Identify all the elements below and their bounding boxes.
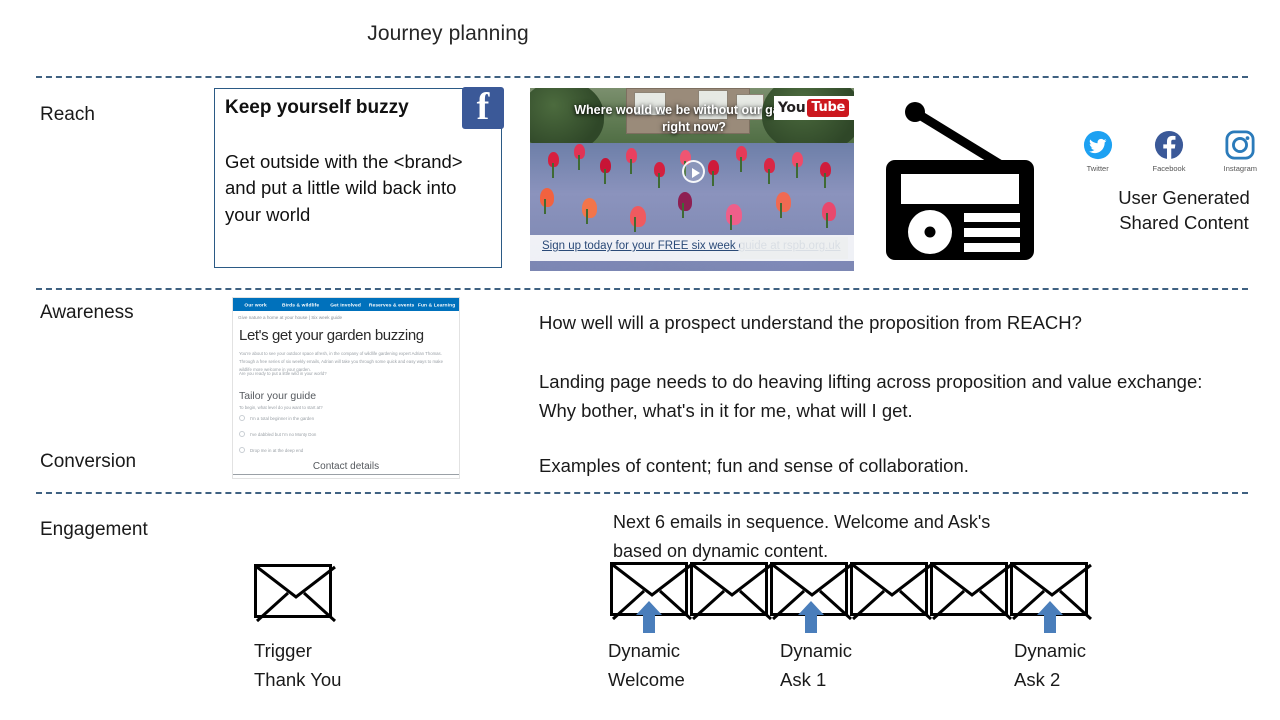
- social-item-twitter[interactable]: Twitter: [1080, 130, 1115, 173]
- trigger-caption-line-1: Trigger: [254, 640, 312, 661]
- email-caption-0: Dynamic Welcome: [608, 637, 758, 694]
- landing-nav-item-4[interactable]: Fun & Learning: [406, 302, 459, 307]
- page-title: Journey planning: [367, 22, 529, 45]
- landing-radio-label-1: I've dabbled but I'm no Monty Don: [250, 431, 317, 437]
- landing-radio-option-0[interactable]: I'm a total beginner in the garden: [239, 415, 439, 423]
- envelope-icon: [850, 562, 933, 621]
- social-label-twitter: Twitter: [1086, 164, 1109, 173]
- photo-tulip: [626, 148, 637, 174]
- email-caption-0-line-2: Welcome: [608, 668, 685, 690]
- radio-icon: [884, 100, 1036, 265]
- photo-tulip: [630, 206, 646, 232]
- instagram-icon[interactable]: [1225, 130, 1255, 160]
- stage-label-reach: Reach: [40, 104, 95, 125]
- photo-tulip: [764, 158, 775, 184]
- dynamic-arrow-icon: [636, 601, 662, 633]
- dynamic-arrow-icon: [798, 601, 824, 633]
- email-caption-5-line-2: Ask 2: [1014, 668, 1061, 690]
- photo-tulip: [822, 202, 836, 228]
- photo-tulip: [582, 198, 597, 224]
- play-icon[interactable]: [682, 160, 705, 183]
- photo-tulip: [776, 192, 791, 218]
- social-item-instagram[interactable]: Instagram: [1223, 130, 1258, 173]
- twitter-icon[interactable]: [1083, 130, 1113, 160]
- separator-conversion-engagement: [36, 492, 1248, 494]
- youtube-you-text: You: [777, 100, 806, 116]
- dynamic-arrow-icon: [1037, 601, 1063, 633]
- photo-tulip: [600, 158, 611, 184]
- youtube-icon: You Tube: [773, 96, 854, 120]
- ugc-caption-line-1: User Generated: [1118, 187, 1250, 208]
- envelope-icon: [690, 562, 773, 621]
- photo-tulip: [792, 152, 803, 178]
- landing-radio-option-1[interactable]: I've dabbled but I'm no Monty Don: [239, 431, 439, 439]
- radio-button-icon[interactable]: [239, 415, 245, 421]
- landing-radio-option-2[interactable]: Drop me in at the deep end: [239, 447, 439, 455]
- radio-button-icon[interactable]: [239, 431, 245, 437]
- ugc-caption: User Generated Shared Content: [1094, 186, 1274, 236]
- awareness-note-2: Landing page needs to do heaving lifting…: [539, 371, 1203, 421]
- photo-tulip: [574, 144, 585, 170]
- landing-page-mockup: Our work Birds & wildlife Get involved R…: [232, 297, 460, 479]
- youtube-video-thumbnail[interactable]: Where would we be without our gardens ri…: [530, 88, 854, 271]
- landing-page-paragraph-2: Are you ready to put a little wild in yo…: [239, 371, 327, 376]
- photo-tulip: [708, 160, 719, 186]
- separator-reach-awareness: [36, 76, 1248, 78]
- email-caption-0-line-1: Dynamic: [608, 640, 680, 661]
- trigger-caption: Trigger Thank You: [254, 637, 454, 694]
- video-signup-banner: Sign up today for your FREE six week gui…: [530, 235, 854, 261]
- youtube-tube-text: Tube: [807, 99, 849, 117]
- email-sequence-note: Next 6 emails in sequence. Welcome and A…: [613, 508, 1093, 566]
- photo-tulip: [820, 162, 831, 188]
- photo-tulip: [736, 146, 747, 172]
- stage-label-awareness: Awareness: [40, 302, 134, 323]
- social-item-facebook[interactable]: Facebook: [1151, 130, 1186, 173]
- landing-radio-label-0: I'm a total beginner in the garden: [250, 415, 315, 421]
- email-caption-2: Dynamic Ask 1: [780, 637, 930, 694]
- email-caption-5: Dynamic Ask 2: [1014, 637, 1164, 694]
- social-label-instagram: Instagram: [1223, 164, 1257, 173]
- landing-page-heading: Let's get your garden buzzing: [239, 327, 424, 344]
- landing-page-subheading: Tailor your guide: [239, 390, 317, 402]
- photo-tulip: [540, 188, 554, 214]
- social-icon-row: Twitter Facebook Instagram: [1068, 130, 1258, 173]
- photo-tulip: [654, 162, 665, 188]
- envelope-icon: [254, 564, 337, 623]
- stage-label-conversion: Conversion: [40, 451, 137, 472]
- stage-label-engagement: Engagement: [40, 519, 148, 540]
- landing-page-footer-rule: [233, 474, 459, 475]
- facebook-icon: f: [462, 87, 504, 129]
- landing-page-footer-heading: Contact details: [312, 461, 380, 472]
- landing-page-nav: Our work Birds & wildlife Get involved R…: [233, 298, 459, 311]
- radio-button-icon[interactable]: [239, 447, 245, 453]
- landing-radio-label-2: Drop me in at the deep end: [250, 447, 304, 453]
- facebook-icon[interactable]: [1154, 130, 1184, 160]
- facebook-ad-heading: Keep yourself buzzy: [225, 97, 409, 118]
- photo-tulip: [726, 204, 742, 230]
- photo-tulip: [548, 152, 559, 178]
- ugc-caption-line-2: Shared Content: [1119, 211, 1249, 233]
- envelope-icon: [930, 562, 1013, 621]
- facebook-ad-card: Keep yourself buzzy Get outside with the…: [214, 87, 504, 268]
- awareness-note-1: How well will a prospect understand the …: [539, 312, 1082, 333]
- email-caption-2-line-2: Ask 1: [780, 668, 827, 690]
- email-sequence-note-line-2: based on dynamic content.: [613, 540, 829, 561]
- facebook-f-glyph: f: [476, 86, 490, 128]
- separator-awareness-conversion: [36, 288, 1248, 290]
- facebook-ad-body: Get outside with the <brand> and put a l…: [225, 151, 463, 225]
- photo-tulip: [678, 192, 692, 218]
- email-sequence-note-line-1: Next 6 emails in sequence. Welcome and A…: [613, 512, 991, 532]
- email-caption-2-line-1: Dynamic: [780, 640, 852, 661]
- video-banner-logo-block: [740, 237, 848, 259]
- social-icons-block: Twitter Facebook Instagram User Generate…: [1068, 130, 1258, 233]
- breadcrumb: Give nature a home at your house | Six w…: [238, 315, 343, 320]
- landing-page-sub-prompt: To begin, what level do you want to star…: [239, 405, 323, 410]
- email-caption-5-line-1: Dynamic: [1014, 640, 1086, 661]
- slide-canvas: Journey planning Reach Awareness Convers…: [0, 0, 1280, 720]
- trigger-caption-line-2: Thank You: [254, 668, 342, 690]
- social-label-facebook: Facebook: [1152, 164, 1186, 173]
- conversion-note: Examples of content; fun and sense of co…: [539, 455, 969, 476]
